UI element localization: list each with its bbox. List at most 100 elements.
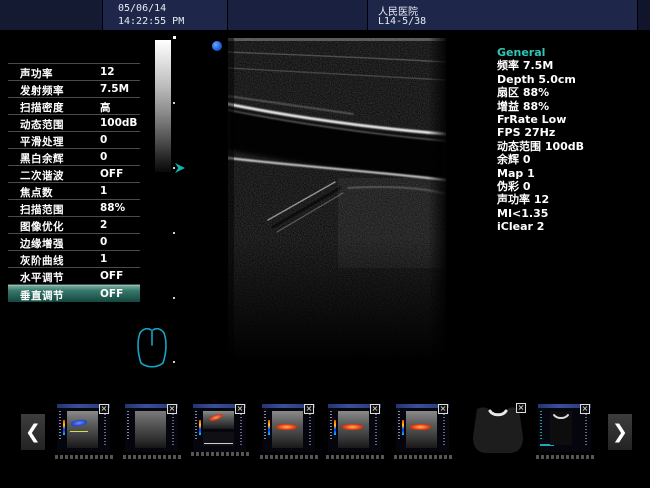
thumb-caption: [55, 455, 113, 459]
thumb-colorbar: [402, 420, 404, 435]
thumb-left-text: [398, 411, 400, 441]
info-framerate: FrRate Low: [497, 113, 647, 126]
info-mi: MI<1.35: [497, 207, 647, 220]
thumbnail[interactable]: ×: [328, 404, 381, 452]
param-row-harmonic[interactable]: 二次谐波OFF: [8, 166, 140, 183]
close-icon[interactable]: ×: [370, 404, 380, 414]
thumb-caption: [394, 455, 452, 459]
depth-tick: [173, 36, 176, 39]
info-sector: 扇区 88%: [497, 86, 647, 99]
prev-thumbnails-button[interactable]: ❮: [21, 414, 45, 450]
info-pseudocolor: 伪彩 0: [497, 180, 647, 193]
param-row-image-optimize[interactable]: 图像优化2: [8, 217, 140, 234]
thumb-right-text: [172, 411, 174, 445]
thumb-image: [338, 411, 369, 448]
parameter-list: 声功率12 发射频率7.5M 扫描密度高 动态范围100dB 平滑处理0 黑白余…: [8, 63, 140, 302]
close-icon[interactable]: ×: [580, 404, 590, 414]
thumb-left-text: [127, 411, 129, 441]
chevron-left-icon: ❮: [25, 421, 41, 443]
thumb-caption: [123, 455, 181, 459]
thumb-image: [135, 411, 166, 448]
thumb-left-text: [540, 411, 542, 441]
thumb-right-text: [309, 411, 311, 445]
close-icon[interactable]: ×: [304, 404, 314, 414]
thumb-colorbar: [63, 420, 65, 435]
thumb-image: [550, 411, 572, 445]
thumb-caption: [260, 455, 318, 459]
param-row-vertical-adjust-selected[interactable]: 垂直调节OFF: [8, 285, 140, 302]
grayscale-bar: [155, 40, 171, 172]
thumb-left-text: [195, 411, 197, 441]
focus-marker-icon[interactable]: [175, 163, 185, 173]
thumbnail[interactable]: ×: [469, 403, 527, 455]
body-mark-icon[interactable]: [133, 322, 171, 370]
thumb-caption: [191, 452, 249, 456]
ultrasound-app-screen: 05/06/14 14:22:55 PM 人民医院 L14-5/38 声功率12…: [0, 0, 650, 488]
param-row-gray-curve[interactable]: 灰阶曲线1: [8, 251, 140, 268]
thumb-caption: [326, 455, 384, 459]
info-depth: Depth 5.0cm: [497, 73, 647, 86]
close-icon[interactable]: ×: [516, 403, 526, 413]
thumbnail[interactable]: ×: [538, 404, 591, 452]
thumb-left-text: [264, 411, 266, 441]
close-icon[interactable]: ×: [438, 404, 448, 414]
next-thumbnails-button[interactable]: ❯: [608, 414, 632, 450]
thumb-image: [203, 411, 234, 429]
ultrasound-image[interactable]: [228, 38, 446, 362]
param-row-horizontal-adjust[interactable]: 水平调节OFF: [8, 268, 140, 285]
info-frequency: 频率 7.5M: [497, 59, 647, 72]
info-dynamic-range: 动态范围 100dB: [497, 140, 647, 153]
param-row-dynamic-range[interactable]: 动态范围100dB: [8, 115, 140, 132]
close-icon[interactable]: ×: [235, 404, 245, 414]
param-row-scan-range[interactable]: 扫描范围88%: [8, 200, 140, 217]
param-row-acoustic-power[interactable]: 声功率12: [8, 64, 140, 81]
thumb-left-text: [59, 411, 61, 441]
param-row-edge-enhance[interactable]: 边缘增强0: [8, 234, 140, 251]
thumb-left-text: [330, 411, 332, 441]
thumbnail[interactable]: ×: [262, 404, 315, 452]
info-fps: FPS 27Hz: [497, 126, 647, 139]
param-row-scan-density[interactable]: 扫描密度高: [8, 98, 140, 115]
thumb-spectral-trace: [203, 432, 234, 446]
thumb-right-text: [443, 411, 445, 445]
thumb-image: [406, 411, 437, 448]
thumb-right-text: [375, 411, 377, 445]
chevron-right-icon: ❯: [612, 421, 628, 443]
param-row-tx-frequency[interactable]: 发射频率7.5M: [8, 81, 140, 98]
thumbnail[interactable]: ×: [57, 404, 110, 452]
close-icon[interactable]: ×: [99, 404, 109, 414]
probe-model: L14-5/38: [378, 16, 426, 27]
depth-tick: [173, 361, 175, 363]
info-gain: 增益 88%: [497, 100, 647, 113]
thumb-colorbar: [199, 420, 201, 435]
thumb-image: [272, 411, 303, 448]
thumb-image: [67, 411, 98, 448]
thumb-colorbar: [268, 420, 270, 435]
image-info-panel: General 频率 7.5M Depth 5.0cm 扇区 88% 增益 88…: [497, 46, 647, 234]
topbar-middle-segment: [228, 0, 367, 30]
date-text: 05/06/14: [118, 3, 166, 14]
thumbnail[interactable]: ×: [396, 404, 449, 452]
topbar-left-segment: [0, 0, 102, 30]
thumbnail[interactable]: ×: [193, 404, 246, 452]
depth-tick: [173, 102, 175, 104]
probe-orientation-marker-icon: [212, 41, 222, 51]
thumb-right-text: [240, 411, 242, 445]
info-persistence: 余辉 0: [497, 153, 647, 166]
thumb-right-text: [585, 411, 587, 445]
depth-tick: [173, 167, 175, 169]
info-acoustic-power: 声功率 12: [497, 193, 647, 206]
param-row-bw-persistence[interactable]: 黑白余辉0: [8, 149, 140, 166]
thumb-caption: [536, 455, 594, 459]
time-text: 14:22:55 PM: [118, 16, 184, 27]
topbar-right-segment: [638, 0, 650, 30]
thumbnail[interactable]: ×: [125, 404, 178, 452]
info-panel-title: General: [497, 46, 647, 59]
param-row-focus-number[interactable]: 焦点数1: [8, 183, 140, 200]
close-icon[interactable]: ×: [167, 404, 177, 414]
topbar-hospital: 人民医院 L14-5/38: [368, 0, 637, 30]
param-row-smoothing[interactable]: 平滑处理0: [8, 132, 140, 149]
depth-tick: [173, 297, 175, 299]
info-iclear: iClear 2: [497, 220, 647, 233]
thumb-right-text: [104, 411, 106, 445]
